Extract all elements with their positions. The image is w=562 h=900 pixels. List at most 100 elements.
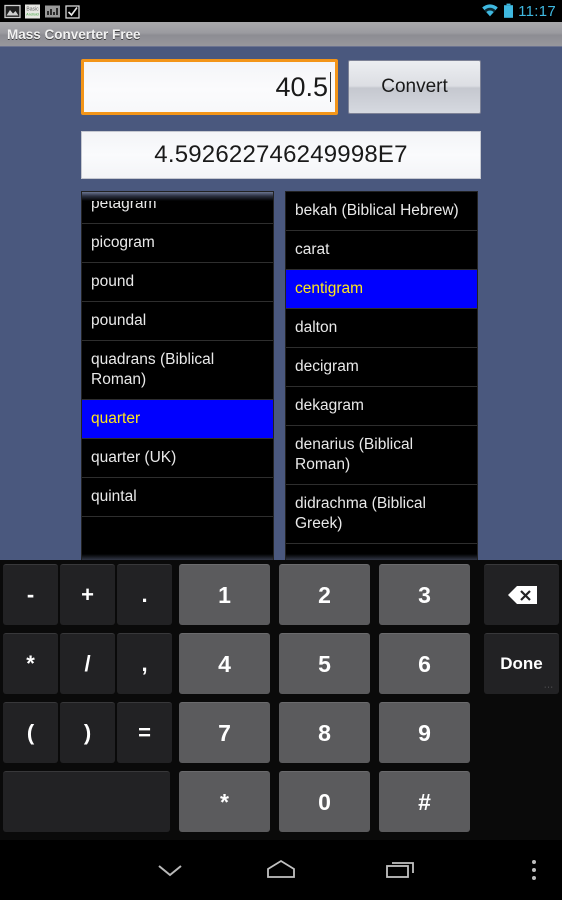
from-unit-item[interactable]: picogram [82, 224, 273, 263]
key-label: 3 [418, 581, 431, 608]
key-0[interactable]: 0 [279, 771, 370, 832]
from-unit-item-label: quadrans (Biblical Roman) [91, 351, 215, 388]
key-equals[interactable]: = [117, 702, 172, 763]
key-8[interactable]: 8 [279, 702, 370, 763]
result-output[interactable]: 4.592622746249998E7 [81, 131, 481, 179]
from-unit-item[interactable]: poundal [82, 302, 273, 341]
from-unit-list[interactable]: petagram picogram pound poundal quadrans (Bi… [81, 191, 274, 561]
key-label: Done [500, 654, 543, 673]
from-unit-item-label: quintal [91, 488, 137, 505]
home-icon[interactable] [251, 840, 311, 900]
from-unit-item[interactable]: quadrans (Biblical Roman) [82, 341, 273, 400]
wifi-icon [482, 4, 498, 17]
to-unit-item-label: dekagram [295, 397, 364, 414]
key-hash[interactable]: # [379, 771, 470, 832]
app-title: Mass Converter Free [7, 26, 141, 42]
from-unit-item-label: quarter (UK) [91, 449, 177, 466]
to-unit-item-label: dalton [295, 319, 338, 336]
key-7[interactable]: 7 [179, 702, 270, 763]
from-unit-item[interactable]: pound [82, 263, 273, 302]
key-label: * [220, 788, 229, 815]
to-unit-item[interactable]: carat [286, 231, 477, 270]
key-label: 5 [318, 650, 331, 677]
backspace-icon-glyph [507, 586, 537, 604]
keyboard-row: - +. 1 2 3 [0, 560, 562, 629]
key-label: 6 [418, 650, 431, 677]
numeric-keyboard[interactable]: - +. 1 2 3 * /, 4 5 6 Done ··· () = 7 8 9 * 0 # [0, 560, 562, 840]
amount-input[interactable]: 40.5 [81, 59, 338, 115]
from-unit-item-label: poundal [91, 312, 147, 329]
from-unit-item[interactable]: quarter [82, 400, 273, 439]
to-unit-item[interactable]: decigram [286, 348, 477, 387]
from-unit-item-label: petagram [91, 195, 157, 212]
overflow-menu-icon[interactable] [514, 840, 554, 900]
hide-keyboard-icon[interactable] [140, 840, 200, 900]
key-label: = [138, 720, 151, 745]
basic-android-app-icon: Basic Android [25, 4, 40, 18]
key-paren-close[interactable]: ) [60, 702, 115, 763]
key-dot[interactable]: . [117, 564, 172, 625]
key-3[interactable]: 3 [379, 564, 470, 625]
key-paren-open[interactable]: ( [3, 702, 58, 763]
key-5[interactable]: 5 [279, 633, 370, 694]
convert-button-label: Convert [381, 76, 448, 97]
to-unit-item-label: centigram [295, 280, 364, 297]
system-navigation-bar [0, 840, 562, 900]
key-9[interactable]: 9 [379, 702, 470, 763]
key-minus[interactable]: - [3, 564, 58, 625]
amount-input-value: 40.5 [275, 72, 328, 102]
from-unit-item-label: picogram [91, 234, 155, 251]
to-unit-item[interactable]: dalton [286, 309, 477, 348]
device-screen: Basic Android 11:17 Mass Converter Free … [0, 0, 562, 900]
svg-text:Android: Android [26, 12, 38, 16]
to-unit-item[interactable]: dekagram [286, 387, 477, 426]
to-unit-item-label: denarius (Biblical Roman) [295, 436, 414, 473]
battery-icon [504, 3, 514, 18]
backspace-icon[interactable] [484, 564, 559, 625]
keyboard-row: * /, 4 5 6 Done ··· [0, 629, 562, 698]
from-unit-list-scroller[interactable]: petagram picogram pound poundal quadrans (Bi… [82, 192, 273, 517]
from-unit-item[interactable]: quarter (UK) [82, 439, 273, 478]
converter-content: 40.5 Convert 4.592622746249998E7 petagra… [0, 48, 562, 561]
key-done[interactable]: Done ··· [484, 633, 559, 694]
key-label: ) [83, 720, 92, 745]
key-4[interactable]: 4 [179, 633, 270, 694]
key-label: 2 [318, 581, 331, 608]
photo-app-icon [45, 5, 60, 17]
from-unit-item[interactable]: quintal [82, 478, 273, 517]
from-unit-item[interactable]: petagram [82, 192, 273, 224]
convert-button[interactable]: Convert [348, 60, 481, 114]
done-key-hint-dots: ··· [544, 684, 554, 691]
key-label: + [81, 582, 94, 607]
key-1[interactable]: 1 [179, 564, 270, 625]
key-label: , [141, 651, 148, 676]
key-label: 7 [218, 719, 231, 746]
key-6[interactable]: 6 [379, 633, 470, 694]
key-label: 4 [218, 650, 231, 677]
to-unit-item-label: carat [295, 241, 330, 258]
to-unit-item[interactable]: bekah (Biblical Hebrew) [286, 192, 477, 231]
to-unit-list[interactable]: bekah (Biblical Hebrew) carat centigram dal… [285, 191, 478, 561]
to-unit-item[interactable]: centigram [286, 270, 477, 309]
gallery-image-icon [4, 4, 21, 18]
key-comma[interactable]: , [117, 633, 172, 694]
key-label: . [141, 582, 148, 607]
checkmark-clipboard-icon [65, 4, 80, 19]
key-asterisk[interactable]: * [179, 771, 270, 832]
recents-icon[interactable] [371, 840, 431, 900]
result-output-value: 4.592622746249998E7 [154, 141, 408, 168]
key-blank [3, 771, 170, 832]
key-label: - [26, 582, 35, 607]
to-unit-item[interactable]: denarius (Biblical Roman) [286, 426, 477, 485]
key-2[interactable]: 2 [279, 564, 370, 625]
key-label: 8 [318, 719, 331, 746]
input-row: 40.5 Convert [81, 59, 481, 115]
app-title-bar: Mass Converter Free [0, 22, 562, 47]
key-asterisk[interactable]: * [3, 633, 58, 694]
to-unit-item[interactable]: didrachma (Biblical Greek) [286, 485, 477, 544]
key-label: 1 [218, 581, 231, 608]
key-plus[interactable]: + [60, 564, 115, 625]
key-slash[interactable]: / [60, 633, 115, 694]
to-unit-list-scroller[interactable]: bekah (Biblical Hebrew) carat centigram dal… [286, 192, 477, 544]
key-label: 0 [318, 788, 331, 815]
